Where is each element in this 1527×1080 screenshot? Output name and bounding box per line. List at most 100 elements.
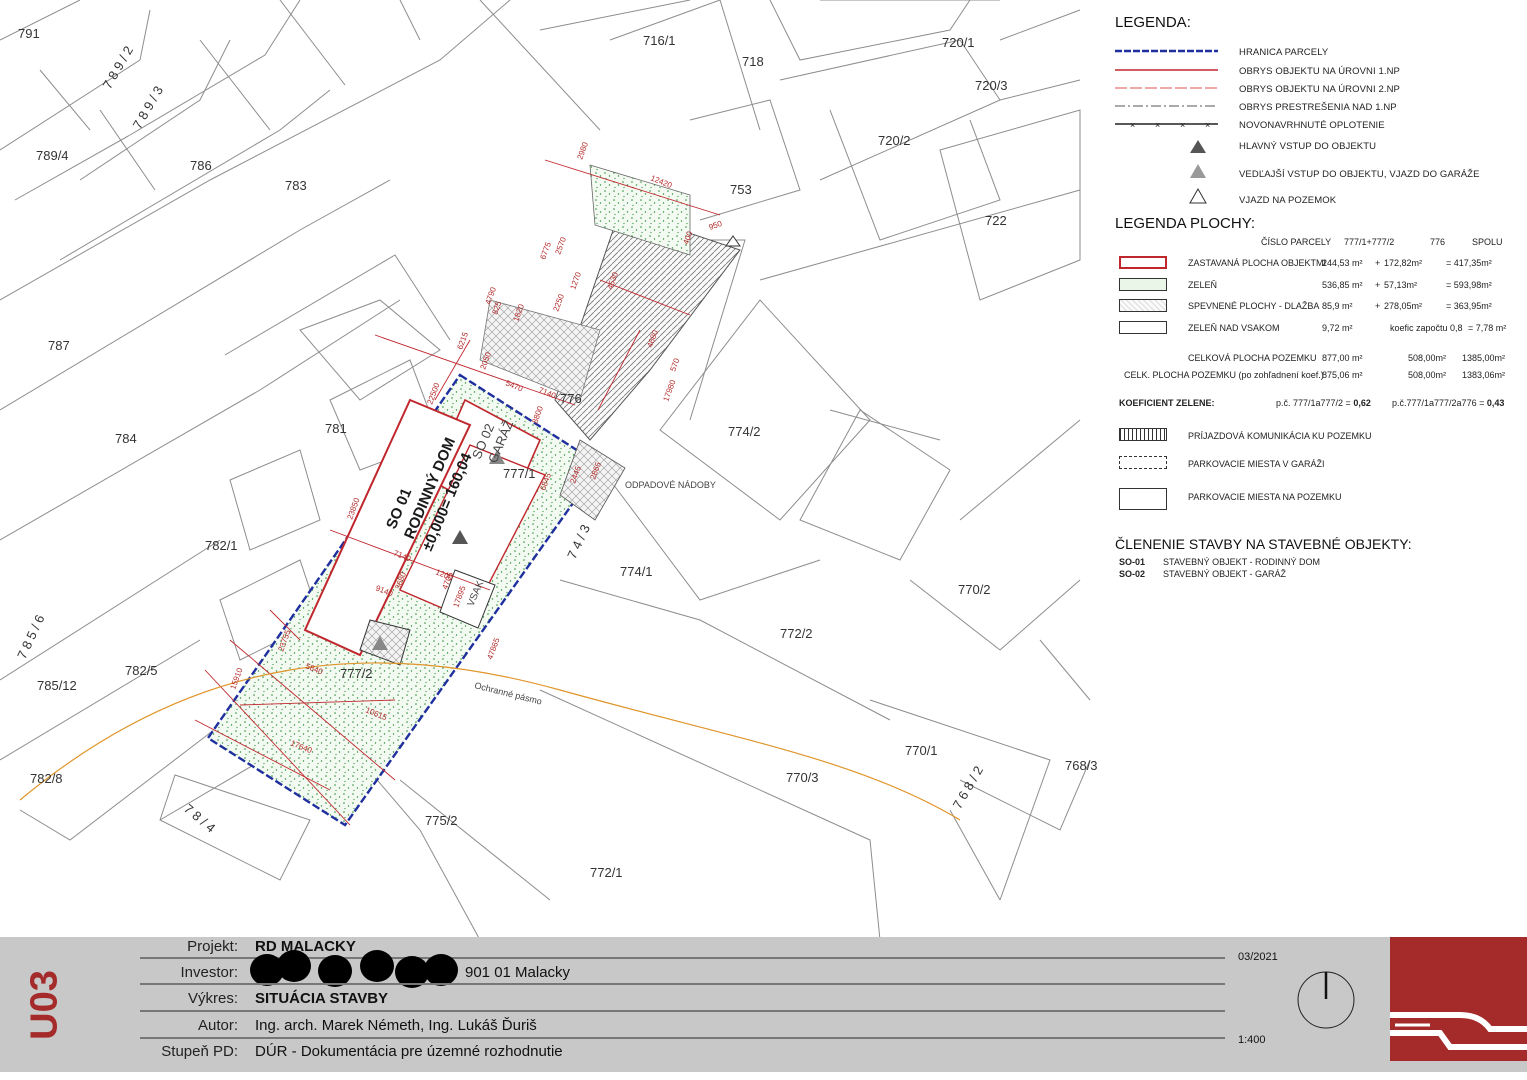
parcel-number: 784 [115,431,137,446]
legend-main-entrance: HLAVNÝ VSTUP DO OBJEKTU [1239,141,1377,152]
area-row-label: ZELEŇ NAD VSAKOM [1188,323,1280,333]
parcel-number: 777/2 [340,666,373,681]
object-name-1: STAVEBNÝ OBJEKT - RODINNÝ DOM [1163,557,1321,567]
area-row-v2: 172,82m² [1384,258,1423,268]
green-coef-b: p.č.777/1a777/2a776 = 0,43 [1392,398,1504,408]
waste-bins-label: ODPADOVÉ NÁDOBY [625,480,716,490]
green-coef-a-value: 0,62 [1353,398,1371,408]
green-coef-label: KOEFICIENT ZELENE: [1119,398,1215,408]
objects-title: ČLENENIE STAVBY NA STAVEBNÉ OBJEKTY: [1115,536,1412,552]
project-value: RD MALACKY [255,938,356,955]
swatch-access-road [1119,428,1167,441]
area-row-total: = 593,98m² [1446,280,1492,290]
object-name-2: STAVEBNÝ OBJEKT - GARÁŽ [1163,569,1287,579]
dimension-label: 2570 [553,235,568,255]
svg-text:×: × [1205,120,1210,130]
area-row-v1: 244,53 m² [1322,258,1363,268]
parcel-number: 782/8 [30,771,63,786]
total-area-v2: 508,00m² [1408,353,1447,363]
parcel-number: 789/4 [36,148,69,163]
author-value: Ing. arch. Marek Németh, Ing. Lukáš Ďuri… [255,1017,537,1034]
parcel-number: 774/2 [728,424,761,439]
svg-text:×: × [1130,120,1135,130]
parcel-number: 720/3 [975,78,1008,93]
legend-symbols: × × × × [1115,49,1218,204]
swatch-garage-parking [1119,456,1167,469]
parcel-number: 720/2 [878,133,911,148]
area-row-op: + [1375,280,1381,290]
legend-side-entrance: VEDĽAJŠÍ VSTUP DO OBJEKTU, VJAZD DO GARÁ… [1239,169,1480,180]
svg-text:×: × [1155,120,1160,130]
legend-outline-1np: OBRYS OBJEKTU NA ÚROVNI 1.NP [1239,66,1400,77]
parcel-number: 775/2 [425,813,458,828]
parcel-number: 720/1 [942,35,975,50]
parcel-number: 716/1 [643,33,676,48]
area-row-label: SPEVNENÉ PLOCHY - DLAŽBA [1188,301,1320,311]
area-row-total: = 363,95m² [1446,301,1492,311]
green-coef-b-value: 0,43 [1486,398,1505,408]
dimension-label: 17980 [661,378,677,403]
legend-driveway: VJAZD NA POZEMOK [1239,195,1337,206]
legend-fence: NOVONAVRHNUTÉ OPLOTENIE [1239,120,1385,131]
parcel-number: 770/3 [786,770,819,785]
area-header-label: ČÍSLO PARCELY [1261,237,1332,247]
parcel-number: 772/2 [780,626,813,641]
redaction-mark [360,950,394,982]
total-area-v1: 877,00 m² [1322,353,1363,363]
area-row-v1: 536,85 m² [1322,280,1363,290]
area-header-c1: 777/1+777/2 [1344,237,1395,247]
parcel-number: 781 [325,421,347,436]
area-row-label: ZASTAVANÁ PLOCHA OBJEKTMI [1188,258,1327,268]
area-row-v1: 9,72 m² [1322,323,1353,333]
parcel-number-rotated: 7 8 9 / 2 [100,43,136,91]
redaction-mark [424,954,458,986]
dimension-label: 5470 [504,379,524,394]
area-row-op: + [1375,258,1381,268]
drawing-sheet: 791 789/4 786 783 787 784 782/1 782/5 785/12 782/… [0,0,1527,1080]
protection-zone-label: Ochranné pásmo [474,680,543,706]
drawing-code: U03 [23,970,66,1040]
swatch-built-area [1119,256,1167,269]
legend-parcel-boundary: HRANICA PARCELY [1239,47,1329,58]
total-area-v3: 1385,00m² [1462,353,1506,363]
dimension-label: 6215 [455,330,470,350]
area-row-total: = 7,78 m² [1468,323,1507,333]
north-arrow-icon [1297,971,1355,1029]
parcel-number: 776 [560,391,582,406]
swatch-green-soak [1119,321,1167,334]
area-row-v1: 85,9 m² [1322,301,1353,311]
parcel-number-rotated: 7 4 / 3 [564,522,593,561]
parcel-number: 782/1 [205,538,238,553]
swatch-paving [1119,299,1167,312]
dimension-label: 2980 [575,140,590,160]
area-row-label: ZELEŇ [1188,280,1218,290]
dimension-label: 6775 [538,240,553,260]
parcel-number: 787 [48,338,70,353]
scale-value: 1:400 [1238,1034,1266,1046]
project-label: Projekt: [187,938,238,955]
swatch-site-parking [1119,488,1167,510]
area-header-c3: SPOLU [1472,237,1503,247]
green-coef-a-text: p.č. 777/1a777/2 = [1276,398,1351,408]
parcel-number: 782/5 [125,663,158,678]
parcel-number-rotated: 7 8 5 / 6 [14,612,47,661]
parcel-number: 777/1 [503,466,536,481]
dimension-label: 2250 [551,292,566,312]
legend-garage-parking: PARKOVACIE MIESTA V GARÁŽI [1188,459,1325,469]
total-coef-label: CELK. PLOCHA POZEMKU (po zohľadnení koef… [1124,370,1324,380]
total-coef-v1: 875,06 m² [1322,370,1363,380]
drawing-label: Výkres: [187,990,238,1007]
parcel-number: 772/1 [590,865,623,880]
company-logo [1390,937,1527,1061]
object-code-2: SO-02 [1119,569,1146,579]
parcel-number: 791 [18,26,40,41]
legend-canopy: OBRYS PRESTREŠENIA NAD 1.NP [1239,102,1397,113]
date-value: 03/2021 [1238,951,1278,963]
total-coef-v3: 1383,06m² [1462,370,1506,380]
area-header-c2: 776 [1430,237,1446,247]
dimension-label: 950 [708,219,724,232]
stage-value: DÚR - Dokumentácia pre územné rozhodnuti… [255,1043,563,1060]
swatch-green [1119,278,1167,291]
stage-label: Stupeň PD: [161,1043,238,1060]
parcel-number: 783 [285,178,307,193]
